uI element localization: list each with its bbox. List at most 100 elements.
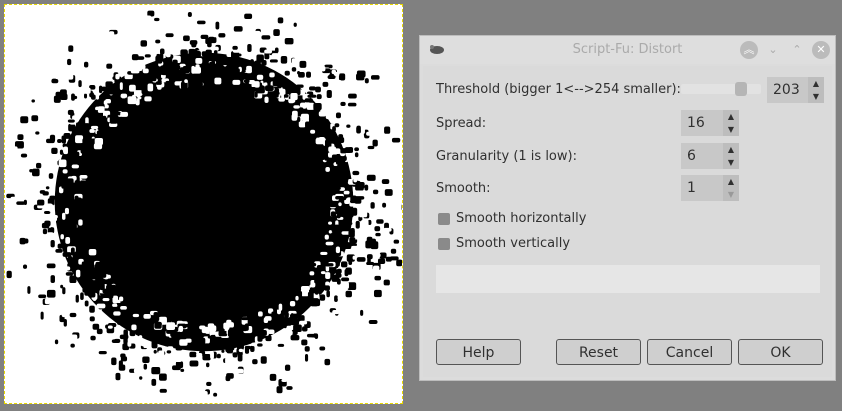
reset-button[interactable]: Reset <box>556 339 641 365</box>
speckle <box>289 301 296 307</box>
increment-icon[interactable]: ▲ <box>723 175 739 188</box>
speckle <box>330 298 335 305</box>
increment-icon[interactable]: ▲ <box>723 143 739 156</box>
speckle <box>347 102 357 107</box>
speckle <box>281 378 288 383</box>
increment-icon[interactable]: ▲ <box>808 77 824 90</box>
slider-handle[interactable] <box>735 82 748 96</box>
speckle <box>304 346 310 352</box>
speckle <box>319 346 326 351</box>
decrement-icon[interactable]: ▼ <box>723 156 739 169</box>
speckle <box>5 150 11 158</box>
speckle <box>256 74 264 80</box>
speckle <box>376 203 381 211</box>
smooth-vertically-checkbox[interactable]: Smooth vertically <box>438 236 570 251</box>
speckle <box>281 76 287 80</box>
speckle <box>366 174 376 181</box>
granularity-spinner[interactable]: 6 ▲ ▼ <box>681 143 739 169</box>
speckle <box>63 183 69 188</box>
threshold-slider[interactable] <box>681 82 761 96</box>
cancel-button[interactable]: Cancel <box>647 339 732 365</box>
speckle <box>65 272 74 276</box>
speckle <box>57 129 62 137</box>
speckle <box>351 245 359 252</box>
spread-spinner[interactable]: 16 ▲ ▼ <box>681 110 739 136</box>
speckle <box>385 256 392 262</box>
decrement-icon[interactable]: ▼ <box>723 188 739 201</box>
speckle <box>312 123 321 127</box>
speckle <box>237 343 244 350</box>
help-button[interactable]: Help <box>436 339 521 365</box>
speckle <box>78 109 83 114</box>
speckle <box>212 31 218 38</box>
speckle <box>260 330 267 336</box>
speckle <box>293 105 300 109</box>
speckle <box>83 87 91 94</box>
speckle <box>302 326 308 332</box>
minimize-icon[interactable]: ⌄ <box>764 41 782 59</box>
speckle <box>52 106 56 110</box>
smooth-spinner[interactable]: 1 ▲ ▼ <box>681 175 739 201</box>
speckle <box>57 139 62 144</box>
image-canvas[interactable] <box>4 4 403 404</box>
speckle <box>117 319 123 325</box>
speckle <box>89 128 95 133</box>
speckle <box>108 31 115 38</box>
speckle <box>164 83 169 89</box>
speckle <box>360 158 368 166</box>
speckle <box>213 392 218 397</box>
checkbox-label: Smooth horizontally <box>456 211 587 226</box>
speckle <box>372 189 379 195</box>
speckle <box>106 63 113 69</box>
checkbox-box[interactable] <box>438 212 450 225</box>
speckle <box>174 354 182 362</box>
speckle <box>83 169 87 174</box>
speckle <box>200 34 209 39</box>
ok-button[interactable]: OK <box>738 339 823 365</box>
decrement-icon[interactable]: ▼ <box>723 123 739 136</box>
title-bar[interactable]: Script-Fu: Distort ︽ ⌄ ⌃ ✕ <box>420 36 835 64</box>
speckle <box>113 64 123 72</box>
granularity-label: Granularity (1 is low): <box>436 149 577 164</box>
speckle <box>110 114 115 121</box>
increment-icon[interactable]: ▲ <box>723 110 739 123</box>
speckle <box>35 131 40 135</box>
speckle <box>328 173 334 180</box>
speckle <box>353 107 360 115</box>
decrement-icon[interactable]: ▼ <box>808 90 824 103</box>
speckle <box>278 303 283 311</box>
checkbox-box[interactable] <box>438 237 450 250</box>
speckle <box>296 84 304 88</box>
speckle <box>62 212 66 220</box>
maximize-icon[interactable]: ⌃ <box>788 41 806 59</box>
speckle <box>37 199 45 206</box>
speckle <box>273 29 280 37</box>
granularity-value[interactable]: 6 <box>681 143 723 169</box>
speckle <box>226 72 231 80</box>
speckle <box>327 75 336 79</box>
speckle <box>141 87 146 95</box>
speckle <box>335 157 343 165</box>
speckle <box>117 302 121 307</box>
speckle <box>78 80 82 88</box>
threshold-value[interactable]: 203 <box>767 77 808 103</box>
smooth-value[interactable]: 1 <box>681 175 723 201</box>
speckle <box>315 286 322 290</box>
speckle <box>89 316 95 322</box>
speckle <box>370 202 375 209</box>
speckle <box>84 93 88 99</box>
speckle <box>53 95 61 103</box>
smooth-horizontally-checkbox[interactable]: Smooth horizontally <box>438 211 586 226</box>
speckle <box>119 296 124 302</box>
speckle <box>71 223 77 232</box>
speckle <box>147 83 154 92</box>
speckle <box>356 293 360 298</box>
speckle <box>70 343 75 348</box>
threshold-spinner[interactable]: 203 ▲ ▼ <box>767 77 824 103</box>
spread-value[interactable]: 16 <box>681 110 723 136</box>
speckle <box>63 146 68 155</box>
keep-above-icon[interactable]: ︽ <box>740 41 758 59</box>
close-icon[interactable]: ✕ <box>812 41 830 59</box>
speckle <box>292 343 300 350</box>
speckle <box>202 354 211 361</box>
